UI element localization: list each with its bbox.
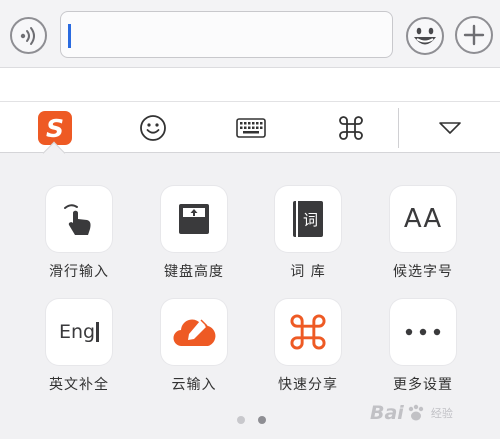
tile-dictionary[interactable]: 词 [275, 186, 341, 252]
grid-item-more-settings[interactable]: 更多设置 [378, 299, 468, 394]
english-complete-glyph: Eng [58, 321, 96, 343]
keyboard-icon [236, 118, 266, 138]
label-dictionary: 词 库 [290, 264, 326, 280]
watermark-sub: 经验 [430, 407, 453, 420]
watermark-text: Bai [370, 402, 404, 424]
grid-item-swipe-input[interactable]: 滑行输入 [34, 186, 124, 281]
smiley-icon [140, 115, 166, 141]
more-dots-icon [405, 328, 441, 336]
paw-icon [408, 404, 424, 421]
grid-item-cloud-input[interactable]: 云输入 [149, 299, 239, 394]
baidu-watermark: Bai 经验 [370, 388, 498, 438]
label-swipe-input: 滑行输入 [49, 264, 109, 280]
label-cloud-input: 云输入 [171, 377, 217, 393]
cloud-input-icon [173, 319, 216, 347]
voice-waves-icon [20, 26, 35, 45]
grid-item-quick-share[interactable]: 快速分享 [263, 299, 353, 394]
plus-icon [463, 24, 485, 46]
tile-quick-share[interactable] [275, 299, 341, 365]
label-english-complete: 英文补全 [49, 377, 109, 393]
keyboard-height-icon [179, 204, 209, 234]
font-size-icon: AA [404, 204, 442, 234]
sogou-logo-glyph: S [45, 113, 64, 143]
message-input[interactable] [60, 11, 393, 58]
grid-item-dictionary[interactable]: 词 词 库 [263, 186, 353, 281]
collapse-triangle-icon [439, 122, 461, 134]
emoji-panel-button[interactable] [118, 103, 188, 153]
add-button[interactable] [455, 16, 493, 54]
quick-share-icon [290, 314, 326, 350]
tile-more-settings[interactable] [390, 299, 456, 365]
swipe-finger-icon [64, 204, 91, 235]
tile-candidate-font-size[interactable]: AA [390, 186, 456, 252]
candidate-strip [0, 68, 500, 102]
tile-cloud-input[interactable] [161, 299, 227, 365]
english-complete-icon: Eng [58, 321, 100, 343]
dictionary-book-icon: 词 [293, 201, 323, 237]
sogou-logo-icon: S [38, 111, 72, 145]
grid-item-candidate-font-size[interactable]: AA 候选字号 [378, 186, 468, 281]
grinning-face-icon [406, 17, 444, 55]
page-dot-2[interactable] [258, 416, 266, 424]
keyboard-switch-button[interactable] [216, 103, 286, 153]
command-key-icon [339, 116, 363, 140]
emoji-button[interactable] [405, 16, 445, 56]
page-dot-1[interactable] [237, 416, 245, 424]
label-keyboard-height: 键盘高度 [164, 264, 224, 280]
keyboard-toolbar: S [0, 103, 500, 153]
tile-keyboard-height[interactable] [161, 186, 227, 252]
collapse-keyboard-button[interactable] [415, 103, 485, 153]
toolbar-divider [398, 108, 399, 148]
tile-swipe-input[interactable] [46, 186, 112, 252]
label-candidate-font-size: 候选字号 [393, 264, 453, 280]
tile-english-complete[interactable]: Eng [46, 299, 112, 365]
shortcut-button[interactable] [316, 103, 386, 153]
input-bar [0, 0, 500, 68]
voice-button[interactable] [10, 17, 47, 54]
page-indicator [237, 416, 266, 424]
font-size-glyph: AA [403, 204, 443, 234]
dictionary-book-glyph: 词 [302, 210, 318, 229]
text-caret [68, 24, 71, 48]
label-quick-share: 快速分享 [278, 377, 338, 393]
grid-item-keyboard-height[interactable]: 键盘高度 [149, 186, 239, 281]
grid-item-english-complete[interactable]: Eng 英文补全 [34, 299, 124, 394]
